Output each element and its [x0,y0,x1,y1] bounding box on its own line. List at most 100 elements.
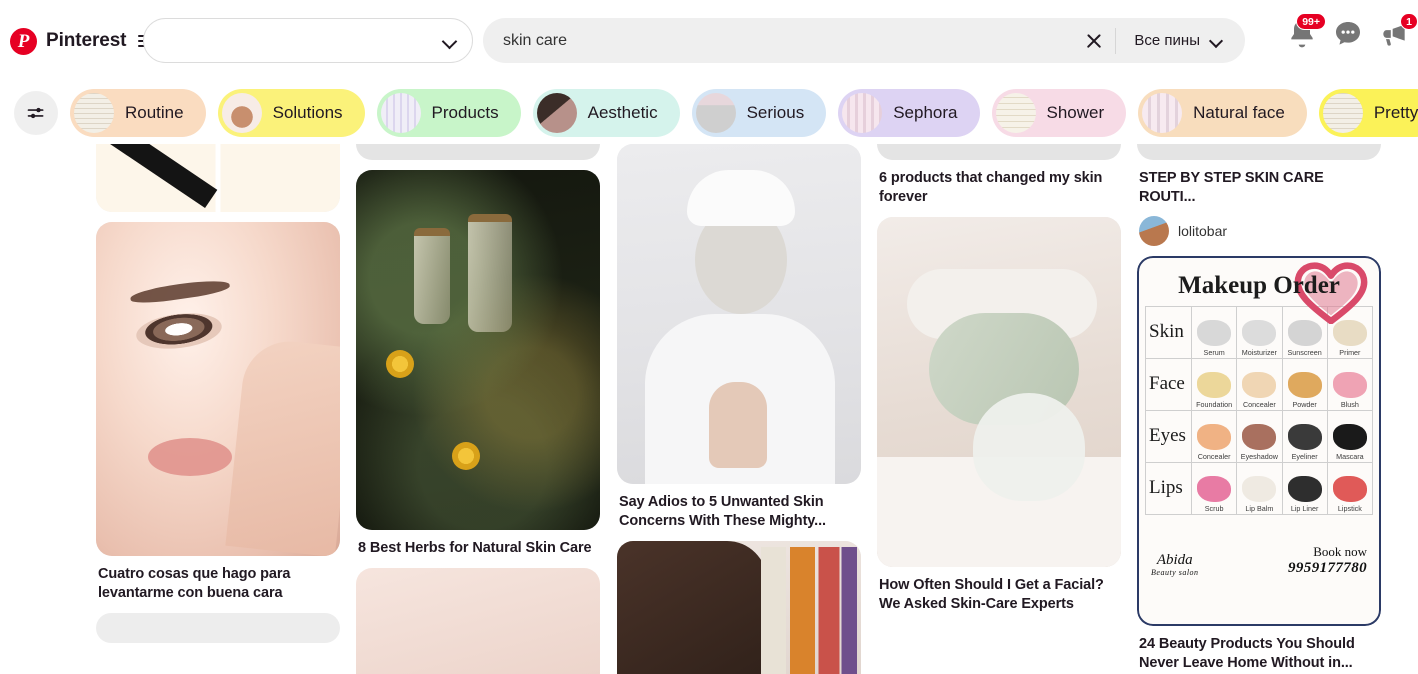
table-row: Eyes Concealer Eyeshadow Eyeliner Mascara [1145,410,1374,464]
updates-button[interactable]: 1 [1378,13,1418,50]
pin-title: 6 products that changed my skin forever [879,170,1103,206]
makeup-order-table: Skin Serum Moisturizer Sunscreen Primer Face F… [1145,306,1374,516]
table-row: Face Foundation Concealer Powder Blush [1145,358,1374,412]
pin-title: 24 Beauty Products You Should Never Leav… [1139,636,1355,672]
chip-label: Sephora [893,103,958,122]
pin-card[interactable] [617,541,861,674]
product-swatch [1287,372,1322,399]
pin-card[interactable]: 8 Best Herbs for Natural Skin Care [356,170,600,558]
product-label: Sunscreen [1287,348,1322,358]
makeup-row-label: Lips [1145,462,1192,516]
pin-media[interactable] [96,613,340,644]
product-swatch [1332,372,1367,399]
chip-thumbnail [1322,93,1363,133]
search-bar[interactable]: Все пины [483,18,1245,63]
clear-search-icon[interactable] [1077,24,1111,58]
notifications-button[interactable]: 99+ [1286,13,1326,50]
product-label: Serum [1203,348,1225,358]
product-swatch [1197,424,1232,451]
pin-card[interactable] [96,613,340,644]
profile-board-select[interactable] [143,18,473,63]
pin-media[interactable] [96,222,340,556]
salon-logo: Abida Beauty salon [1151,552,1199,577]
pin-title: 8 Best Herbs for Natural Skin Care [358,540,592,556]
filter-chip-serious[interactable]: Serious [691,89,827,137]
chip-label: Products [431,103,499,122]
filter-chip-natural-face[interactable]: Natural face [1138,89,1307,137]
pin-image [617,144,861,484]
makeup-row-label: Skin [1145,306,1192,360]
pin-image [356,144,600,160]
makeup-cell: Serum [1190,306,1238,360]
pin-card[interactable]: How Often Should I Get a Facial? We Aske… [877,217,1121,614]
chip-label: Shower [1046,103,1105,122]
makeup-order-title: Makeup Order [1178,272,1340,300]
pin-card[interactable]: Cuatro cosas que hago para levantarme co… [96,222,340,603]
chip-list: Routine Solutions Products Aesthetic Serious… [70,89,1418,137]
product-swatch [1287,476,1322,503]
pin-image [96,144,340,212]
pin-grid: Cuatro cosas que hago para levantarme co… [0,144,1418,674]
filter-chip-solutions[interactable]: Solutions [217,89,365,137]
pin-media[interactable]: Makeup Order Skin Serum Moisturizer Sunscree… [1137,256,1381,627]
product-swatch [1242,320,1277,347]
pin-media[interactable] [96,144,340,212]
top-header: P Pinterest Все пины 99+ [0,0,1418,82]
pinterest-brand[interactable]: P Pinterest [0,19,157,63]
product-label: Lip Balm [1245,504,1274,514]
message-icon [1336,22,1360,45]
pin-card[interactable]: STEP BY STEP SKIN CARE ROUTI... lolitobar [1137,144,1381,247]
makeup-cell: Mascara [1326,410,1374,464]
pin-image [877,217,1121,568]
filter-chip-sephora[interactable]: Sephora [838,89,980,137]
makeup-cell: Eyeliner [1281,410,1328,464]
product-swatch [1332,476,1367,503]
filter-sliders-icon [27,107,44,119]
pin-card[interactable] [356,144,600,160]
pin-media[interactable] [356,568,600,674]
filter-chip-routine[interactable]: Routine [70,89,206,137]
product-label: Moisturizer [1241,348,1277,358]
chevron-down-icon [442,33,458,49]
pin-card[interactable]: Makeup Order Skin Serum Moisturizer Sunscree… [1137,256,1381,673]
pin-card[interactable]: 6 products that changed my skin forever [877,144,1121,207]
pin-media[interactable] [617,144,861,484]
product-label: Concealer [1197,452,1231,462]
product-label: Mascara [1336,452,1364,462]
product-swatch [1197,372,1232,399]
messages-button[interactable] [1332,18,1364,50]
pin-media[interactable] [877,144,1121,160]
filter-chip-aesthetic[interactable]: Aesthetic [532,89,680,137]
filter-chip-shower[interactable]: Shower [991,89,1127,137]
pin-card[interactable] [356,568,600,674]
filter-button[interactable] [14,91,58,135]
pin-author[interactable]: lolitobar [1139,216,1379,247]
booking-info: Book now 9959177780 [1288,544,1367,577]
product-swatch [1242,476,1277,503]
filter-chip-products[interactable]: Products [376,89,521,137]
pin-column-1: Cuatro cosas que hago para levantarme co… [96,144,340,653]
chevron-down-icon [1209,33,1225,49]
chip-thumbnail [695,93,736,133]
pin-media[interactable] [617,541,861,674]
product-label: Foundation [1196,400,1233,410]
filter-chip-pretty[interactable]: Pretty [1318,89,1418,137]
chip-thumbnail [221,93,262,133]
pin-column-4: 6 products that changed my skin forever H… [877,144,1121,625]
pin-media[interactable] [1137,144,1381,160]
makeup-cell: Foundation [1190,358,1238,412]
pin-media[interactable] [356,144,600,160]
search-input[interactable] [483,31,1078,50]
pin-media[interactable] [356,170,600,530]
pin-card[interactable]: Say Adios to 5 Unwanted Skin Concerns Wi… [617,144,861,531]
pin-type-dropdown[interactable]: Все пины [1116,18,1245,63]
pin-title: Say Adios to 5 Unwanted Skin Concerns Wi… [619,494,826,530]
table-row: Lips Scrub Lip Balm Lip Liner Lipstick [1145,462,1374,516]
pin-image [617,541,861,674]
book-now-label: Book now [1313,544,1367,560]
pin-media[interactable] [877,217,1121,568]
pin-image [877,144,1121,160]
pin-card[interactable] [96,144,340,212]
product-label: Primer [1339,348,1361,358]
chip-label: Natural face [1193,103,1285,122]
